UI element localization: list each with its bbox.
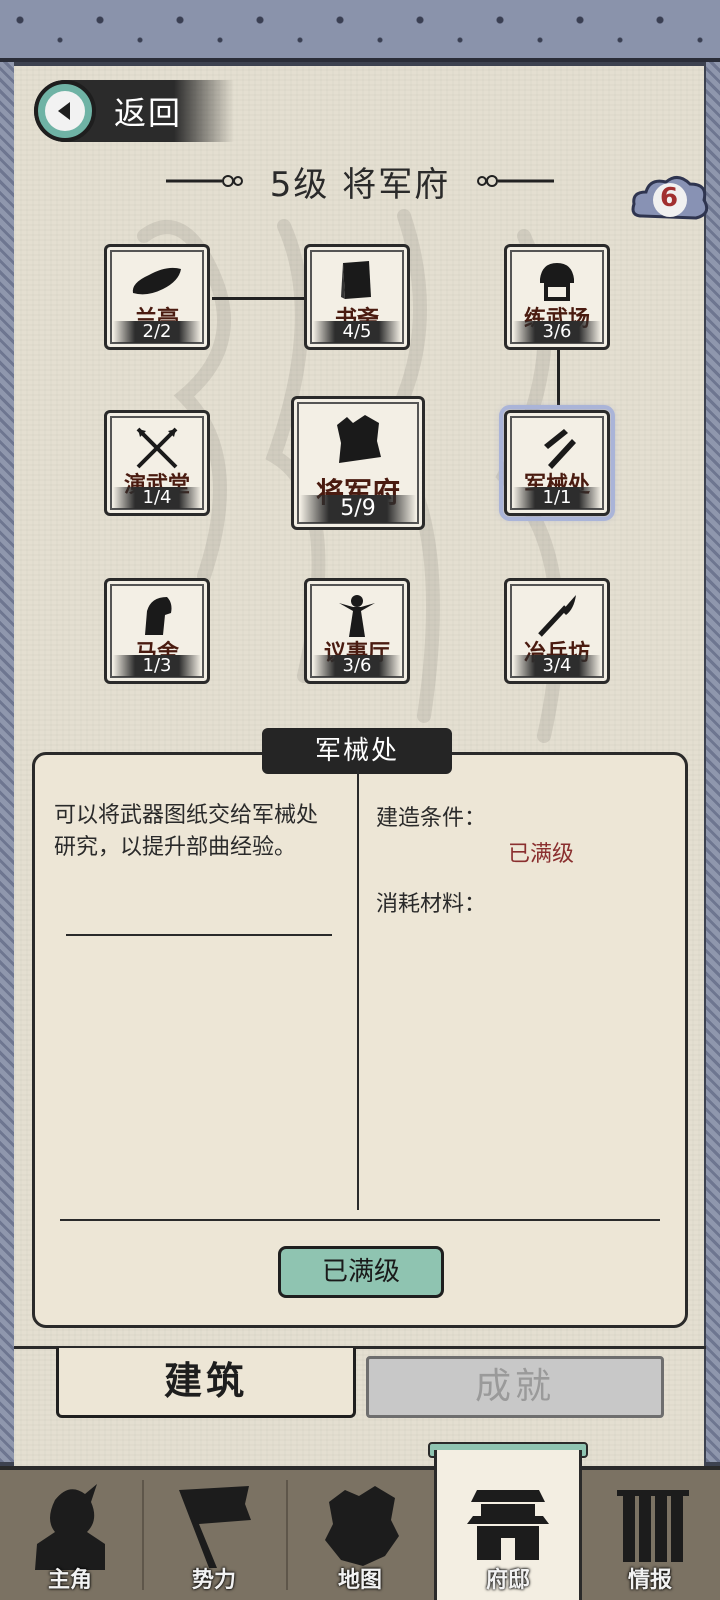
pavilion-icon — [132, 267, 181, 295]
description-underline — [66, 934, 332, 936]
building-progress: 1/4 — [113, 487, 201, 509]
building-tile-jiangjunfu[interactable]: 将军府 5/9 — [291, 396, 425, 530]
building-tile-yebingfang[interactable]: 冶兵坊 3/4 — [504, 578, 610, 684]
scroll-icon — [617, 1490, 689, 1562]
nav-separator — [286, 1480, 288, 1590]
nav-item-faction[interactable]: 势力 — [144, 1466, 284, 1600]
ornament-left-icon — [165, 175, 243, 187]
back-button[interactable]: 返回 — [34, 80, 234, 142]
building-tile-junxiechu[interactable]: 军械处 1/1 — [499, 405, 615, 521]
link-line — [557, 350, 560, 406]
mansion-silhouette-icon — [337, 415, 381, 463]
building-progress: 1/1 — [513, 487, 601, 509]
building-tile-mashe[interactable]: 马舍 1/3 — [104, 578, 210, 684]
back-arrow-icon — [34, 80, 96, 142]
building-description: 可以将武器图纸交给军械处研究，以提升部曲经验。 — [54, 803, 319, 860]
building-progress: 5/9 — [300, 495, 416, 523]
map-icon — [325, 1486, 399, 1566]
panel-divider — [357, 770, 359, 1210]
tab-build[interactable]: 建筑 — [56, 1348, 356, 1418]
building-progress: 3/6 — [513, 321, 601, 343]
helmet-icon — [540, 263, 574, 301]
horse-icon — [145, 597, 172, 635]
link-line — [212, 297, 304, 300]
mansion-icon — [467, 1490, 549, 1560]
build-condition-label: 建造条件： — [376, 806, 487, 831]
building-progress: 1/3 — [113, 655, 201, 677]
max-level-button[interactable]: 已满级 — [278, 1246, 444, 1298]
weapons-icon — [544, 429, 576, 469]
title-row: 5级 将军府 — [160, 156, 560, 206]
building-tile-lanting[interactable]: 兰亭 2/2 — [104, 244, 210, 350]
page-title: 5级 将军府 — [269, 164, 451, 205]
crossed-spears-icon — [136, 427, 178, 469]
detail-title: 军械处 — [262, 728, 452, 774]
building-progress: 2/2 — [113, 321, 201, 343]
building-tile-lianwuchang[interactable]: 练武场 3/6 — [504, 244, 610, 350]
glaive-icon — [538, 595, 576, 637]
nav-item-map[interactable]: 地图 — [290, 1466, 430, 1600]
tab-achievements[interactable]: 成就 — [366, 1356, 664, 1418]
frame-right — [706, 62, 720, 1462]
nav-label: 主角 — [47, 1568, 92, 1593]
badge-count: 6 — [660, 183, 679, 213]
nav-item-mansion[interactable]: 府邸 — [438, 1466, 578, 1600]
figure-icon — [339, 595, 375, 637]
building-tile-shuzhai[interactable]: 书斋 4/5 — [304, 244, 410, 350]
frame-left — [0, 62, 14, 1462]
panel-bottom-divider — [60, 1219, 660, 1221]
building-progress: 3/6 — [313, 655, 401, 677]
nav-label: 势力 — [191, 1568, 236, 1593]
building-tile-yishiting[interactable]: 议事厅 3/6 — [304, 578, 410, 684]
nav-item-intel[interactable]: 情报 — [580, 1466, 720, 1600]
building-progress: 3/4 — [513, 655, 601, 677]
nav-label: 地图 — [337, 1568, 382, 1593]
hero-icon — [35, 1484, 105, 1570]
flag-icon — [179, 1486, 251, 1568]
nav-label: 情报 — [627, 1568, 672, 1593]
book-icon — [341, 261, 371, 299]
nav-item-hero[interactable]: 主角 — [0, 1466, 140, 1600]
building-progress: 4/5 — [313, 321, 401, 343]
ornament-right-icon — [477, 175, 555, 187]
materials-label: 消耗材料： — [376, 892, 487, 917]
building-tile-yanwutang[interactable]: 演武堂 1/4 — [104, 410, 210, 516]
nav-label: 府邸 — [485, 1568, 530, 1593]
build-condition-value: 已满级 — [508, 842, 575, 867]
back-label: 返回 — [114, 94, 183, 132]
top-decor-strip — [0, 0, 720, 62]
